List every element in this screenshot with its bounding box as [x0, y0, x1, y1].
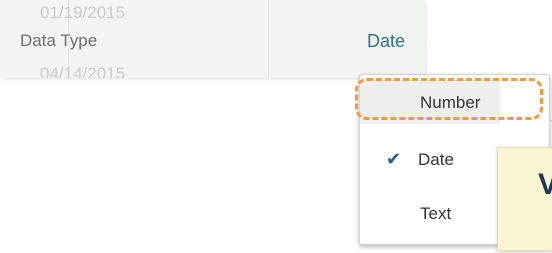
- data-type-label: Data Type: [20, 31, 98, 50]
- option-text[interactable]: Text: [360, 191, 500, 235]
- option-label: Number: [420, 93, 481, 112]
- option-date[interactable]: ✔ Date: [360, 137, 500, 181]
- grid-line: [268, 0, 269, 78]
- option-number[interactable]: Number: [360, 80, 500, 124]
- ghost-date-row: 04/14/2015: [40, 64, 126, 78]
- callout-text: V: [538, 168, 552, 201]
- callout-tooltip: V: [497, 147, 552, 251]
- checkmark-icon: ✔: [386, 149, 402, 169]
- data-type-value-link[interactable]: Date: [367, 31, 405, 52]
- option-label: Date: [418, 150, 454, 169]
- column-settings-panel: 01/19/2015 04/14/2015 Data Type Date: [0, 0, 425, 78]
- ghost-date-row: 01/19/2015: [40, 3, 126, 22]
- option-label: Text: [420, 204, 452, 223]
